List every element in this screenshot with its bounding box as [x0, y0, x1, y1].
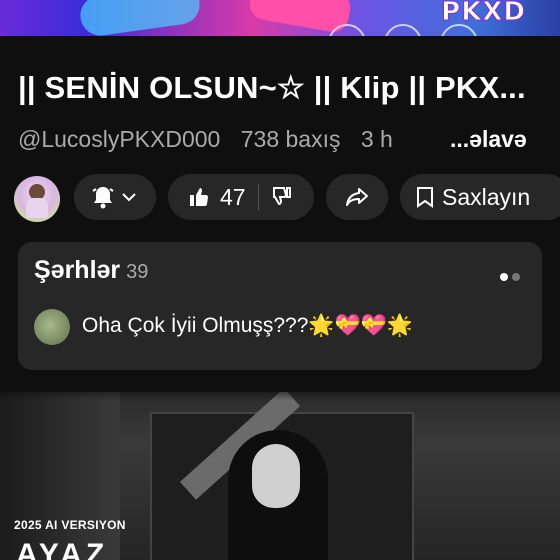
- thumbnail-overlay-title: AYAZ: [16, 538, 109, 560]
- bookmark-icon: [416, 186, 434, 208]
- share-icon: [345, 187, 369, 207]
- channel-handle[interactable]: @LucoslyPKXD000: [18, 126, 220, 152]
- video-meta[interactable]: @LucoslyPKXD000 738 baxış 3 h ...əlavə: [18, 126, 527, 153]
- thumbs-up-icon[interactable]: [188, 186, 210, 208]
- next-video-thumbnail[interactable]: 2025 AI VERSIYON AYAZ: [0, 392, 560, 560]
- view-count: 738 baxış: [240, 126, 341, 152]
- save-label: Saxlayın: [442, 183, 531, 210]
- upload-age: 3 h: [360, 126, 393, 152]
- save-button[interactable]: Saxlayın: [400, 174, 560, 220]
- channel-avatar[interactable]: [14, 176, 60, 222]
- thumbnail-brand-text: PKXD: [441, 0, 526, 27]
- subscription-notify-button[interactable]: [74, 174, 156, 220]
- divider: [257, 184, 259, 210]
- chevron-down-icon: [122, 192, 136, 202]
- video-title[interactable]: || SENİN OLSUN~☆ || Klip || PKX...: [18, 70, 548, 106]
- panel-fade: [0, 384, 560, 400]
- comments-header: Şərhlər 39: [34, 256, 148, 285]
- comments-title: Şərhlər: [34, 256, 121, 284]
- commenter-avatar: [34, 309, 70, 345]
- bell-icon: [92, 185, 114, 209]
- video-info-panel: || SENİN OLSUN~☆ || Klip || PKX... @Luco…: [0, 36, 560, 390]
- share-button[interactable]: [326, 174, 388, 220]
- thumbs-down-icon[interactable]: [271, 186, 293, 208]
- like-dislike-group: 47: [168, 174, 314, 220]
- thumbnail-shape: [0, 392, 120, 560]
- action-bar: 47 Saxlayın: [0, 174, 560, 224]
- like-count[interactable]: 47: [220, 184, 246, 211]
- comments-count: 39: [126, 261, 149, 283]
- more-link[interactable]: ...əlavə: [444, 126, 527, 153]
- thumbnail-overlay-label: 2025 AI VERSIYON: [14, 518, 126, 532]
- previous-video-thumbnail[interactable]: PKXD: [0, 0, 560, 36]
- comments-pager-dots: [496, 266, 520, 285]
- thumbnail-shape: [252, 444, 300, 508]
- thumbnail-shape: [77, 0, 203, 36]
- comments-section[interactable]: Şərhlər 39 Oha Çok İyii Olmuşş???🌟💝💝🌟: [18, 242, 542, 370]
- top-comment-text: Oha Çok İyii Olmuşş???🌟💝💝🌟: [82, 314, 414, 337]
